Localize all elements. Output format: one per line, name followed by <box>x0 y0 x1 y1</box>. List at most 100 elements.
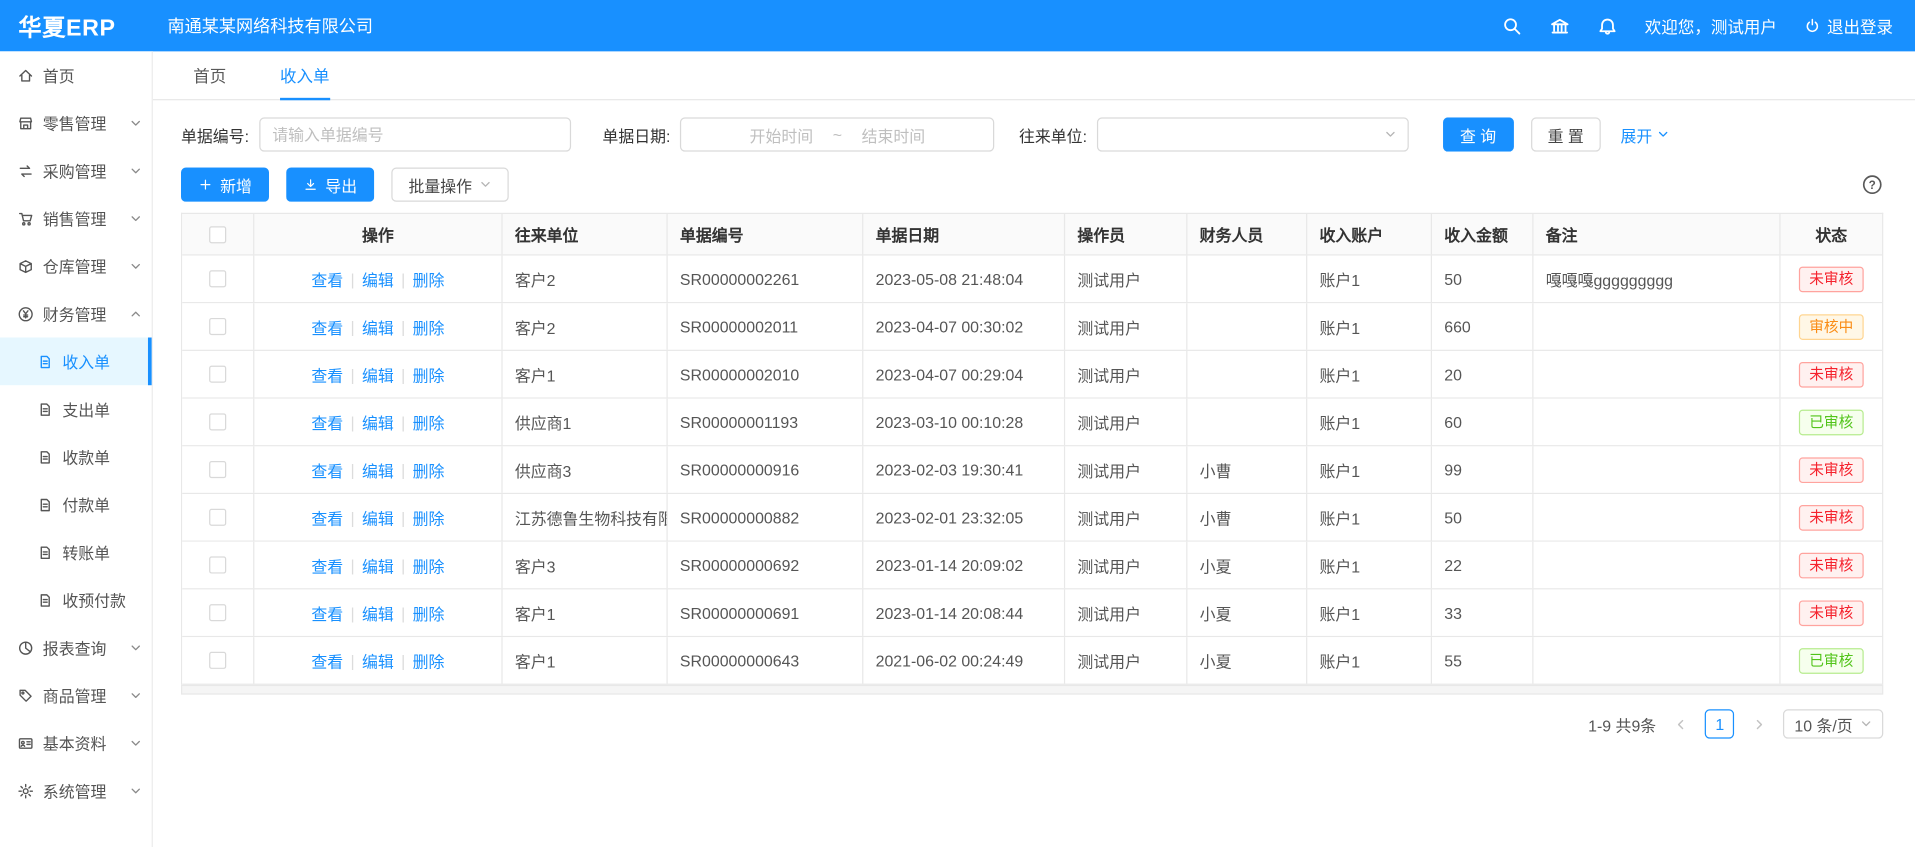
cell-bill-no: SR00000000643 <box>668 637 864 683</box>
row-checkbox[interactable] <box>209 652 226 669</box>
add-button[interactable]: 新增 <box>181 168 269 202</box>
row-checkbox[interactable] <box>209 604 226 621</box>
cell-amount: 22 <box>1432 542 1534 588</box>
delete-link[interactable]: 删除 <box>413 267 445 290</box>
page-size-select[interactable]: 10 条/页 <box>1783 709 1883 738</box>
sidebar-item-receipt-bill[interactable]: 收款单 <box>0 433 152 481</box>
sidebar-item-reports[interactable]: 报表查询 <box>0 624 152 672</box>
chevron-down-icon <box>130 117 142 129</box>
view-link[interactable]: 查看 <box>311 315 343 338</box>
sidebar-item-warehouse[interactable]: 仓库管理 <box>0 242 152 290</box>
cell-operator: 测试用户 <box>1065 494 1187 540</box>
edit-link[interactable]: 编辑 <box>362 553 394 576</box>
sidebar-item-transfer-bill[interactable]: 转账单 <box>0 528 152 576</box>
prev-page-button[interactable] <box>1666 709 1695 738</box>
row-checkbox[interactable] <box>209 413 226 430</box>
sidebar-item-home[interactable]: 首页 <box>0 51 152 99</box>
sidebar-item-sales[interactable]: 销售管理 <box>0 194 152 242</box>
sidebar-item-income-bill[interactable]: 收入单 <box>0 338 152 386</box>
edit-link[interactable]: 编辑 <box>362 410 394 433</box>
cell-amount: 50 <box>1432 256 1534 302</box>
view-link[interactable]: 查看 <box>311 601 343 624</box>
edit-link[interactable]: 编辑 <box>362 363 394 386</box>
app-logo[interactable]: 华夏ERP <box>0 9 153 42</box>
action-divider: | <box>350 413 354 431</box>
sidebar: 首页 零售管理 采购管理 销售管理 仓库管理 <box>0 51 153 847</box>
table-horizontal-scrollbar[interactable] <box>181 685 1883 695</box>
sidebar-item-payment-bill[interactable]: 付款单 <box>0 481 152 529</box>
reset-button[interactable]: 重 置 <box>1530 117 1600 151</box>
sidebar-item-system[interactable]: 系统管理 <box>0 767 152 815</box>
sidebar-item-advance-bill[interactable]: 收预付款 <box>0 576 152 624</box>
cell-remark <box>1534 589 1781 635</box>
row-checkbox[interactable] <box>209 366 226 383</box>
cell-account: 账户1 <box>1307 542 1432 588</box>
view-link[interactable]: 查看 <box>311 649 343 672</box>
sidebar-item-finance[interactable]: 财务管理 <box>0 290 152 338</box>
row-actions: 查看|编辑|删除 <box>254 494 502 540</box>
row-checkbox[interactable] <box>209 270 226 287</box>
sidebar-item-purchase[interactable]: 采购管理 <box>0 147 152 195</box>
row-checkbox[interactable] <box>209 461 226 478</box>
view-link[interactable]: 查看 <box>311 553 343 576</box>
view-link[interactable]: 查看 <box>311 363 343 386</box>
row-checkbox[interactable] <box>209 556 226 573</box>
view-link[interactable]: 查看 <box>311 458 343 481</box>
table-row: 查看|编辑|删除 客户2 SR00000002011 2023-04-07 00… <box>182 303 1882 351</box>
select-all-checkbox[interactable] <box>209 226 226 243</box>
table-row: 查看|编辑|删除 客户1 SR00000000691 2023-01-14 20… <box>182 589 1882 637</box>
sidebar-item-goods[interactable]: 商品管理 <box>0 671 152 719</box>
row-select-cell <box>182 494 254 540</box>
bill-no-input[interactable] <box>259 117 571 151</box>
logout-button[interactable]: 退出登录 <box>1804 13 1893 37</box>
cell-date: 2023-01-14 20:09:02 <box>863 542 1065 588</box>
delete-link[interactable]: 删除 <box>413 649 445 672</box>
delete-link[interactable]: 删除 <box>413 553 445 576</box>
batch-actions-button[interactable]: 批量操作 <box>391 168 508 202</box>
delete-link[interactable]: 删除 <box>413 363 445 386</box>
row-checkbox[interactable] <box>209 509 226 526</box>
col-header-operator: 操作员 <box>1065 214 1187 254</box>
bell-icon[interactable] <box>1597 15 1618 36</box>
sidebar-item-retail[interactable]: 零售管理 <box>0 99 152 147</box>
bank-icon[interactable] <box>1549 15 1570 36</box>
action-divider: | <box>350 365 354 383</box>
edit-link[interactable]: 编辑 <box>362 458 394 481</box>
add-label: 新增 <box>220 173 252 196</box>
col-header-status: 状态 <box>1781 214 1883 254</box>
delete-link[interactable]: 删除 <box>413 506 445 529</box>
search-icon[interactable] <box>1502 15 1523 36</box>
edit-link[interactable]: 编辑 <box>362 267 394 290</box>
cell-bill-no: SR00000002011 <box>668 303 864 349</box>
chevron-right-icon <box>1752 717 1765 730</box>
cell-partner: 客户3 <box>503 542 668 588</box>
view-link[interactable]: 查看 <box>311 410 343 433</box>
row-select-cell <box>182 399 254 445</box>
question-circle-icon[interactable]: ? <box>1861 174 1883 196</box>
delete-link[interactable]: 删除 <box>413 601 445 624</box>
edit-link[interactable]: 编辑 <box>362 601 394 624</box>
view-link[interactable]: 查看 <box>311 506 343 529</box>
expand-link[interactable]: 展开 <box>1620 123 1669 146</box>
partner-select[interactable] <box>1097 117 1409 151</box>
date-range-picker[interactable]: 开始时间 ~ 结束时间 <box>680 117 994 151</box>
delete-link[interactable]: 删除 <box>413 315 445 338</box>
tab-home[interactable]: 首页 <box>193 51 226 100</box>
sidebar-item-expense-bill[interactable]: 支出单 <box>0 385 152 433</box>
sidebar-item-basic-data[interactable]: 基本资料 <box>0 719 152 767</box>
delete-link[interactable]: 删除 <box>413 458 445 481</box>
search-button[interactable]: 查 询 <box>1443 117 1513 151</box>
edit-link[interactable]: 编辑 <box>362 649 394 672</box>
row-checkbox[interactable] <box>209 318 226 335</box>
action-divider: | <box>350 270 354 288</box>
delete-link[interactable]: 删除 <box>413 410 445 433</box>
edit-link[interactable]: 编辑 <box>362 506 394 529</box>
col-header-amount: 收入金额 <box>1432 214 1534 254</box>
next-page-button[interactable] <box>1744 709 1773 738</box>
export-button[interactable]: 导出 <box>286 168 374 202</box>
view-link[interactable]: 查看 <box>311 267 343 290</box>
cell-operator: 测试用户 <box>1065 303 1187 349</box>
page-number-1[interactable]: 1 <box>1705 709 1734 738</box>
edit-link[interactable]: 编辑 <box>362 315 394 338</box>
tab-income-bill[interactable]: 收入单 <box>280 51 330 100</box>
